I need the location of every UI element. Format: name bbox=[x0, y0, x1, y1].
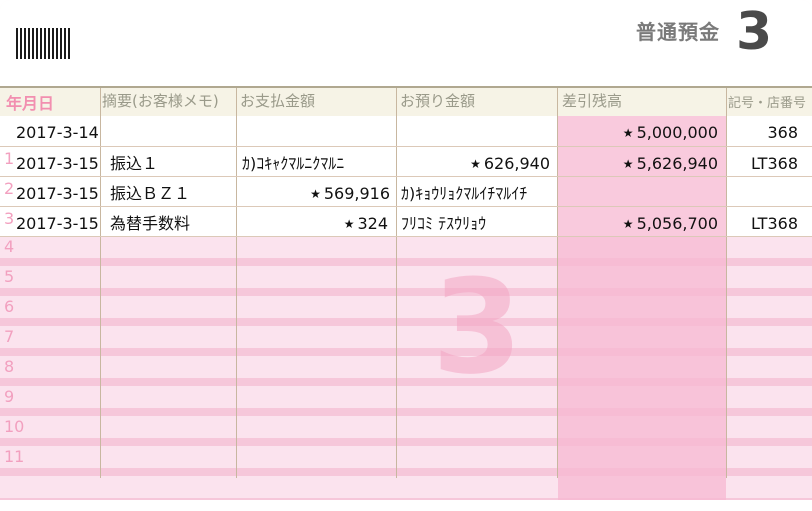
star-mark: ★ bbox=[343, 217, 355, 231]
transaction-memo: 振込１ bbox=[110, 154, 159, 173]
column-header-date: 年月日 bbox=[6, 94, 55, 113]
column-header-branch: 記号・店番号 bbox=[728, 96, 807, 111]
transaction-date: 2017-3-15 bbox=[16, 214, 99, 233]
line-number: 9 bbox=[4, 387, 15, 406]
line-number: 10 bbox=[4, 417, 25, 436]
line-number: 6 bbox=[4, 297, 15, 316]
row-divider bbox=[0, 206, 812, 207]
transaction-payee: ｶ)ｺｷｬｸﾏﾙﾆｸﾏﾙﾆ bbox=[242, 154, 345, 173]
transaction-branch: LT368 bbox=[750, 154, 798, 173]
row-divider bbox=[0, 236, 812, 237]
passbook-header: 普通預金 3 bbox=[0, 0, 812, 86]
star-mark: ★ bbox=[622, 157, 634, 171]
transaction-withdrawal: ★ 324 bbox=[343, 214, 388, 233]
book-number: 3 bbox=[736, 2, 773, 62]
transaction-fee-note: ﾌﾘｺﾐ ﾃｽｳﾘｮｳ bbox=[401, 214, 487, 233]
book-number-watermark: 3 bbox=[432, 251, 523, 403]
star-mark: ★ bbox=[310, 187, 321, 201]
transaction-branch: LT368 bbox=[750, 214, 798, 233]
column-header-memo: 摘要(お客様メモ) bbox=[102, 92, 219, 110]
barcode-icon bbox=[16, 28, 72, 59]
line-number: 5 bbox=[4, 267, 15, 286]
page-edge bbox=[0, 500, 812, 511]
line-number: 11 bbox=[4, 447, 25, 466]
row-divider bbox=[0, 176, 812, 177]
line-number: 7 bbox=[4, 327, 15, 346]
account-type-label: 普通預金 bbox=[636, 20, 720, 44]
line-number: 1 bbox=[4, 149, 15, 168]
transaction-memo: 振込ＢＺ１ bbox=[110, 184, 191, 203]
transaction-balance: ★ 5,056,700 bbox=[622, 214, 718, 233]
line-number: 8 bbox=[4, 357, 15, 376]
row-divider bbox=[0, 146, 812, 147]
transaction-withdrawal: ★ 569,916 bbox=[310, 184, 390, 203]
column-header-withdrawal: お支払金額 bbox=[240, 92, 316, 110]
line-number: 4 bbox=[4, 237, 15, 256]
star-mark: ★ bbox=[470, 157, 481, 171]
transaction-date: 2017-3-15 bbox=[16, 184, 99, 203]
star-mark: ★ bbox=[622, 217, 634, 231]
transaction-date: 2017-3-14 bbox=[16, 123, 99, 142]
transaction-branch: 368 bbox=[767, 123, 798, 142]
line-number: 3 bbox=[4, 209, 15, 228]
transaction-payer: ｶ)ｷｮｳﾘｮｸﾏﾙｲﾁﾏﾙｲﾁ bbox=[401, 186, 528, 202]
transaction-balance: ★ 5,000,000 bbox=[622, 123, 718, 142]
line-number: 2 bbox=[4, 179, 15, 198]
transaction-deposit: ★ 626,940 bbox=[470, 154, 550, 173]
column-header-balance: 差引残高 bbox=[562, 92, 623, 110]
transaction-date: 2017-3-15 bbox=[16, 154, 99, 173]
transaction-memo: 為替手数料 bbox=[110, 214, 191, 233]
passbook-page: 3 普通預金 3 年月日 摘要(お客様メモ) お支払金額 お預り金額 差引残高 … bbox=[0, 0, 812, 511]
balance-column-band bbox=[558, 88, 726, 511]
star-mark: ★ bbox=[622, 126, 634, 140]
column-header-deposit: お預り金額 bbox=[400, 92, 476, 110]
transaction-balance: ★ 5,626,940 bbox=[622, 154, 718, 173]
